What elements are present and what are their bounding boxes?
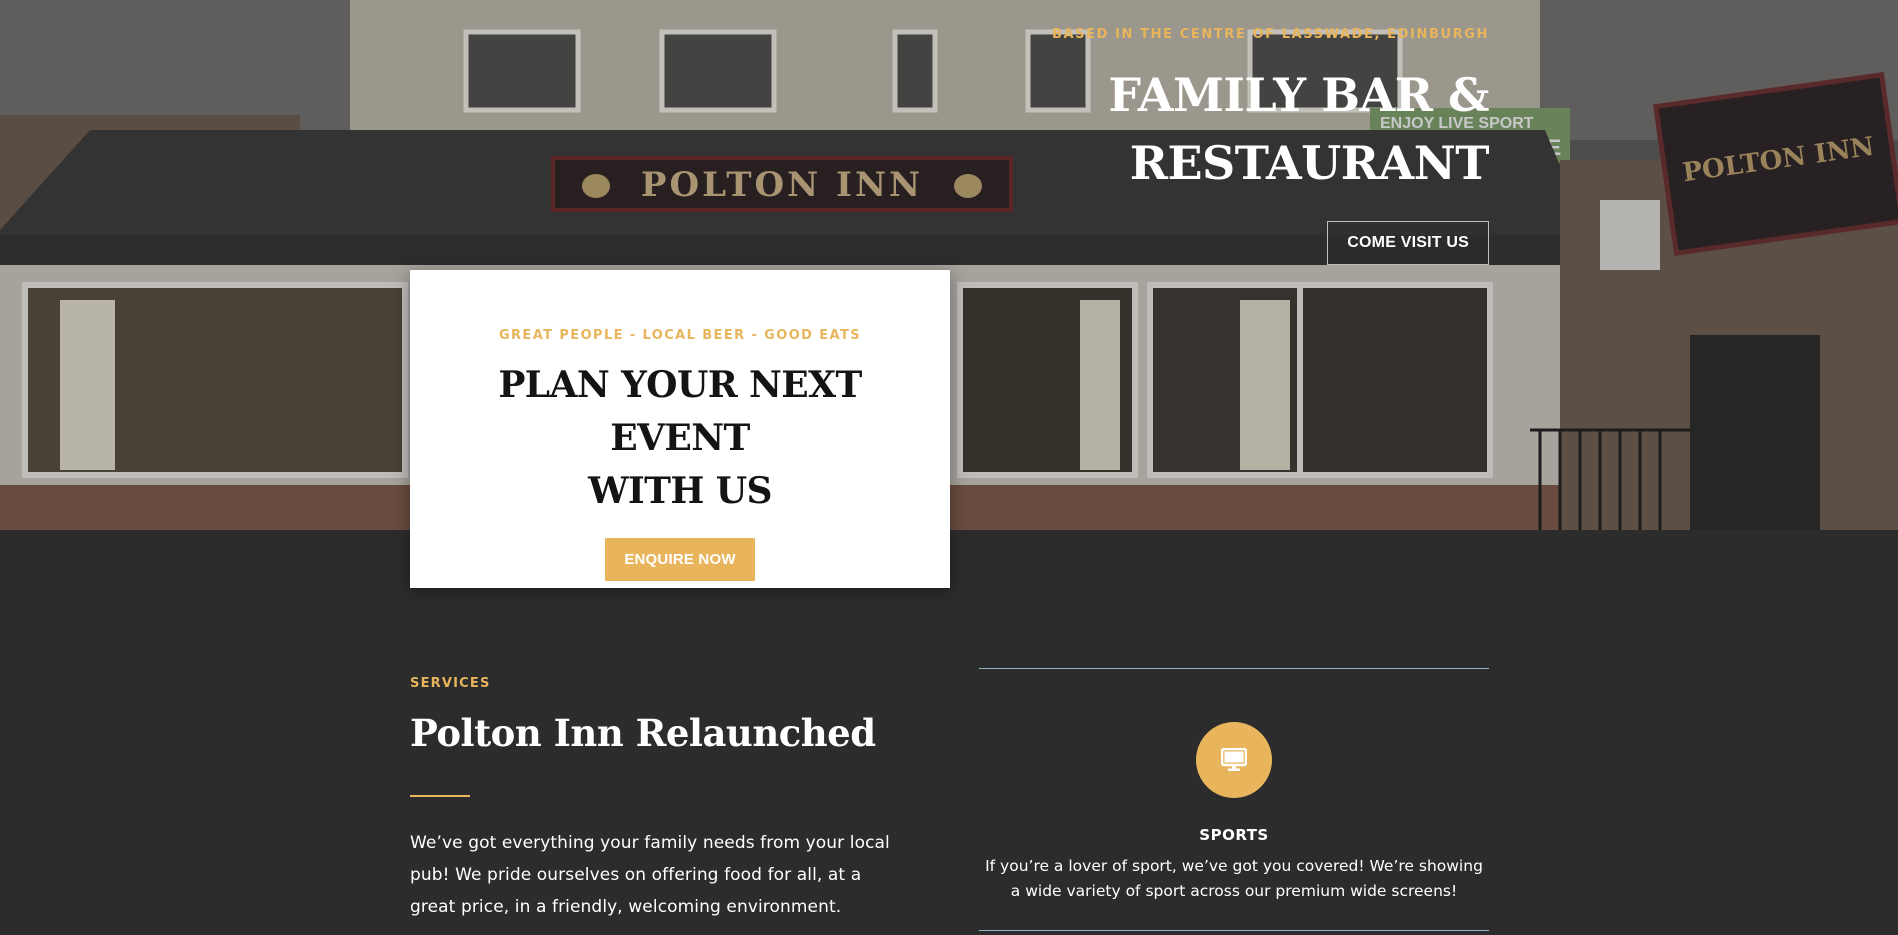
event-title-line1: PLAN YOUR NEXT EVENT (498, 364, 862, 459)
hero-title-line1: FAMILY BAR & (1108, 68, 1489, 122)
services-title: Polton Inn Relaunched (410, 711, 876, 755)
enquire-now-button[interactable]: ENQUIRE NOW (605, 538, 755, 581)
services-intro: SERVICES Polton Inn Relaunched We’ve got… (410, 676, 930, 923)
service-item-text-line2: a wide variety of sport across our premi… (1010, 882, 1458, 900)
event-title: PLAN YOUR NEXT EVENT WITH US (440, 359, 920, 518)
hero-copy: BASED IN THE CENTRE OF LASSWADE, EDINBUR… (929, 26, 1490, 265)
service-icon-badge (1196, 722, 1272, 798)
monitor-icon (1221, 748, 1247, 771)
event-kicker: GREAT PEOPLE - LOCAL BEER - GOOD EATS (498, 328, 862, 343)
services-text-line2: pub! We pride ourselves on offering food… (410, 865, 862, 885)
service-item-bottom-divider (979, 930, 1489, 931)
services-divider (410, 795, 470, 797)
hero-kicker: BASED IN THE CENTRE OF LASSWADE, EDINBUR… (1051, 27, 1489, 42)
services-text-line1: We’ve got everything your family needs f… (410, 833, 890, 853)
event-card: GREAT PEOPLE - LOCAL BEER - GOOD EATS PL… (410, 270, 950, 588)
services-description: We’ve got everything your family needs f… (410, 827, 930, 923)
services-text-line3: great price, in a friendly, welcoming en… (410, 897, 842, 917)
service-item-title: SPORTS (1199, 826, 1269, 844)
hero-title: FAMILY BAR & RESTAURANT (929, 61, 1489, 197)
service-item-text: If you’re a lover of sport, we’ve got yo… (984, 854, 1484, 904)
services-kicker: SERVICES (410, 676, 491, 691)
hero-title-line2: RESTAURANT (1129, 136, 1490, 190)
come-visit-us-button[interactable]: COME VISIT US (1327, 221, 1489, 265)
event-title-line2: WITH US (588, 470, 772, 512)
service-item-text-line1: If you’re a lover of sport, we’ve got yo… (985, 857, 1483, 875)
service-item-sports: SPORTS If you’re a lover of sport, we’ve… (979, 668, 1489, 904)
